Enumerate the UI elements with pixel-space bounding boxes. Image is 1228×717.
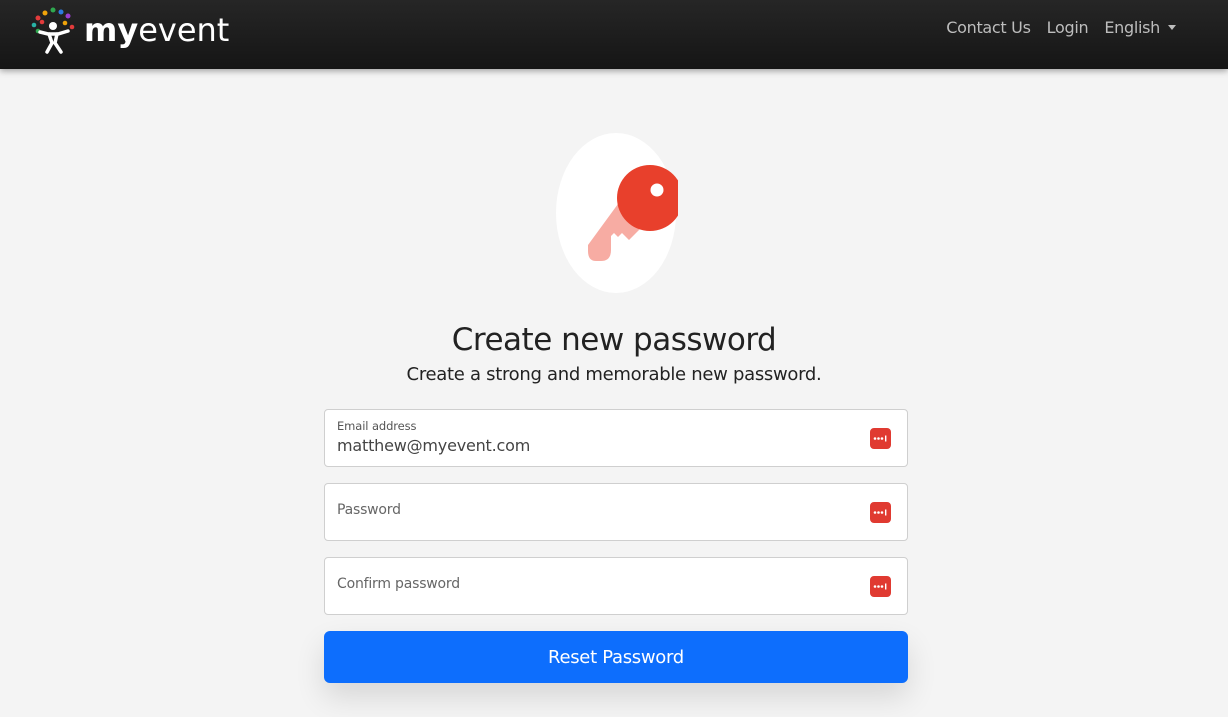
- language-dropdown[interactable]: English: [1104, 18, 1176, 37]
- login-link[interactable]: Login: [1047, 18, 1089, 37]
- language-label: English: [1104, 18, 1160, 37]
- page-subtitle: Create a strong and memorable new passwo…: [406, 364, 822, 385]
- email-field[interactable]: Email address: [324, 409, 908, 467]
- password-field[interactable]: [324, 483, 908, 541]
- nav-links: Contact Us Login English: [946, 18, 1176, 37]
- contact-us-link[interactable]: Contact Us: [946, 18, 1031, 37]
- brand-logo-link[interactable]: myevent: [30, 5, 229, 55]
- person-logo-icon: [31, 7, 75, 54]
- email-input[interactable]: [337, 436, 857, 455]
- password-manager-icon[interactable]: [870, 576, 891, 597]
- reset-password-button[interactable]: Reset Password: [324, 631, 908, 683]
- email-label: Email address: [337, 419, 417, 433]
- confirm-password-field[interactable]: [324, 557, 908, 615]
- brand-name: myevent: [84, 11, 230, 49]
- confirm-password-input[interactable]: [337, 576, 857, 592]
- page-title: Create new password: [451, 322, 777, 358]
- top-navbar: myevent Contact Us Login English: [0, 0, 1228, 69]
- key-illustration: [556, 133, 683, 293]
- key-icon: [556, 133, 683, 293]
- password-input[interactable]: [337, 502, 857, 518]
- password-manager-icon[interactable]: [870, 502, 891, 523]
- caret-down-icon: [1168, 25, 1176, 30]
- password-manager-icon[interactable]: [870, 428, 891, 449]
